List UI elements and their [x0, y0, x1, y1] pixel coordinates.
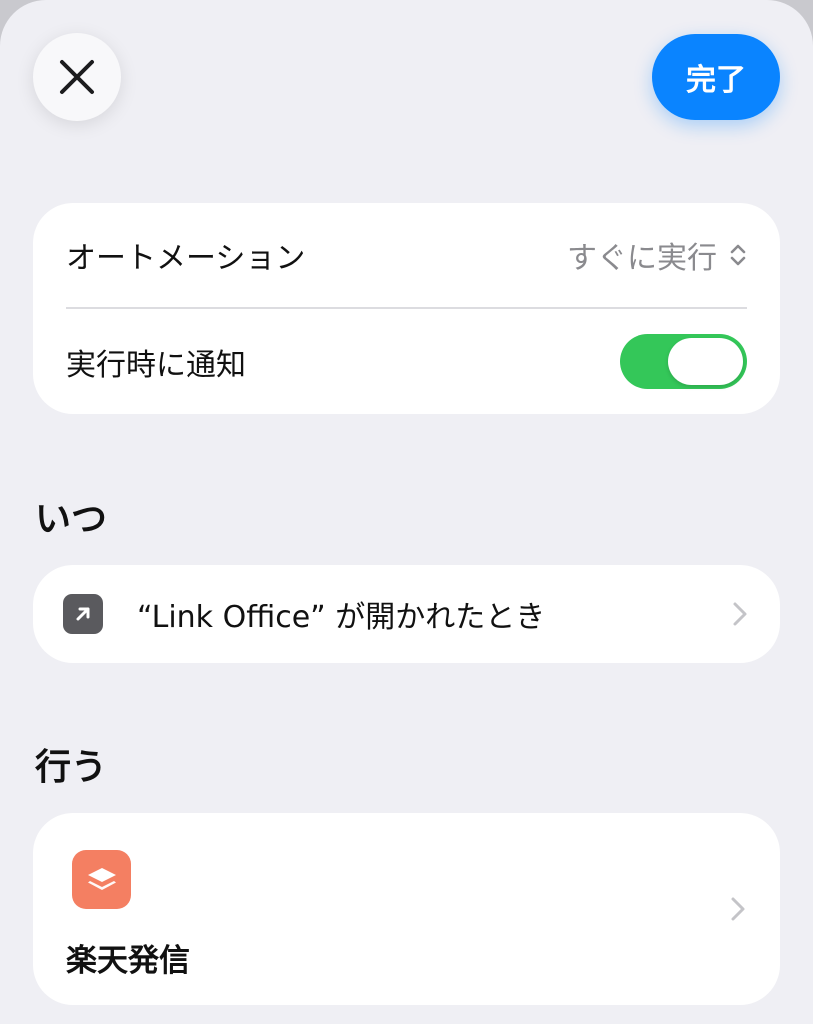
trigger-text: “Link Office” が開かれたとき [137, 600, 546, 635]
action-label: 楽天発信 [66, 943, 190, 979]
chevron-up-down-icon [730, 244, 746, 266]
automation-value: すぐに実行 [567, 241, 717, 276]
toggle-knob [668, 338, 743, 385]
when-section-header: いつ [35, 499, 108, 540]
close-button[interactable] [33, 33, 121, 121]
close-icon [60, 60, 94, 94]
automation-row[interactable]: オートメーション すぐに実行 [33, 203, 780, 307]
action-card[interactable]: 楽天発信 [33, 813, 780, 1005]
done-button[interactable]: 完了 [652, 34, 780, 120]
notify-label: 実行時に通知 [66, 347, 246, 383]
arrow-up-right-icon [63, 594, 103, 634]
notify-toggle[interactable] [620, 334, 747, 389]
automation-sheet: 完了 オートメーション すぐに実行 実行時に通知 いつ “Link Office… [0, 0, 813, 1024]
settings-card: オートメーション すぐに実行 実行時に通知 [33, 203, 780, 414]
shortcuts-layers-icon [72, 850, 131, 909]
chevron-right-icon [731, 897, 745, 921]
automation-label: オートメーション [66, 241, 306, 276]
automation-value-picker[interactable]: すぐに実行 [567, 233, 747, 277]
notify-row: 実行時に通知 [33, 309, 780, 414]
do-section-header: 行う [35, 747, 108, 788]
trigger-row[interactable]: “Link Office” が開かれたとき [33, 565, 780, 663]
chevron-right-icon [733, 602, 747, 626]
